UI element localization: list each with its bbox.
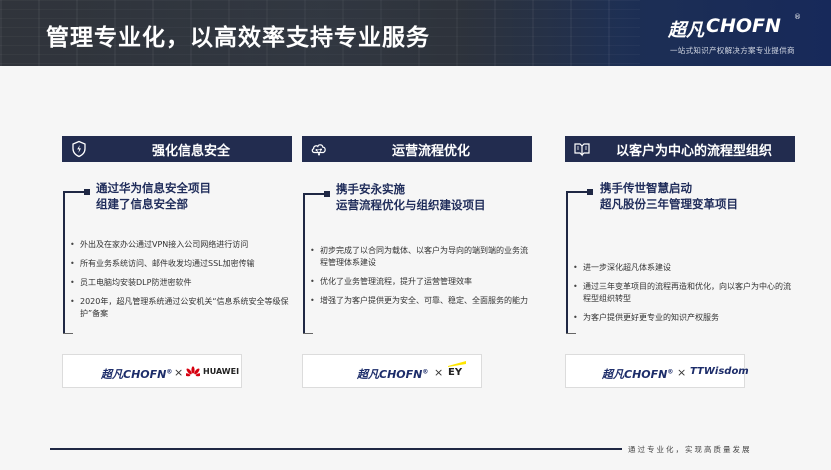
book-icon bbox=[573, 140, 591, 158]
page-title: 管理专业化，以高效率支持专业服务 bbox=[46, 25, 430, 51]
times-sign: × bbox=[677, 366, 687, 379]
list-item: 员工电脑均安装DLP防泄密软件 bbox=[68, 277, 293, 289]
partner-logo-ttwisdom: 超凡CHOFN® × TTWisdom bbox=[565, 354, 749, 388]
partner-name: TTWisdom bbox=[690, 366, 749, 377]
partner-logo-huawei: 超凡CHOFN® × HUAWEI bbox=[62, 354, 242, 388]
brand-logo: 超凡 CHOFN ® 一站式知识产权解决方案专业提供商 bbox=[668, 12, 818, 60]
bracket-line bbox=[303, 193, 305, 333]
brand-registered-mark: ® bbox=[794, 13, 801, 21]
bracket-line bbox=[63, 191, 65, 333]
bracket-line bbox=[566, 191, 568, 333]
list-item: 增强了为客户提供更为安全、可靠、稳定、全面服务的能力 bbox=[308, 295, 533, 307]
list-item: 为客户提供更好更专业的知识产权服务 bbox=[571, 312, 796, 324]
column-headline: 携手安永实施 运营流程优化与组织建设项目 bbox=[336, 182, 486, 212]
brand-logo-en: CHOFN bbox=[706, 15, 781, 37]
chofn-logo: 超凡CHOFN® bbox=[602, 368, 674, 381]
partner-name: HUAWEI bbox=[203, 367, 240, 376]
times-sign: × bbox=[174, 366, 184, 379]
huawei-flower-icon bbox=[183, 365, 203, 379]
partner-name: EY bbox=[448, 367, 463, 378]
footer-divider bbox=[50, 448, 622, 450]
brand-logo-cn: 超凡 bbox=[668, 20, 704, 41]
column-header: 运营流程优化 bbox=[302, 136, 532, 162]
bullet-list: 初步完成了以合同为载体、以客户为导向的端到端的业务流程管理体系建设 优化了业务管… bbox=[308, 245, 533, 314]
column-header: 以客户为中心的流程型组织 bbox=[565, 136, 795, 162]
shield-icon bbox=[70, 140, 88, 158]
list-item: 初步完成了以合同为载体、以客户为导向的端到端的业务流程管理体系建设 bbox=[308, 245, 533, 269]
column-header-title: 以客户为中心的流程型组织 bbox=[615, 144, 772, 159]
chofn-logo: 超凡CHOFN® bbox=[101, 368, 173, 381]
brand-tagline: 一站式知识产权解决方案专业提供商 bbox=[670, 46, 795, 55]
column-headline: 通过华为信息安全项目 组建了信息安全部 bbox=[96, 181, 211, 211]
list-item: 2020年，超凡管理系统通过公安机关“信息系统安全等级保护”备案 bbox=[68, 296, 293, 320]
list-item: 所有业务系统访问、邮件收发均通过SSL加密传输 bbox=[68, 258, 293, 270]
column-header-title: 强化信息安全 bbox=[151, 144, 230, 159]
list-item: 优化了业务管理流程，提升了运营管理效率 bbox=[308, 276, 533, 288]
list-item: 通过三年变革项目的流程再造和优化，向以客户为中心的流程型组织转型 bbox=[571, 281, 796, 305]
column-header: 强化信息安全 bbox=[62, 136, 292, 162]
footer-slogan: 通过专业化，实现高质量发展 bbox=[628, 445, 752, 454]
times-sign: × bbox=[434, 366, 444, 379]
cloud-network-icon bbox=[310, 140, 328, 158]
header-banner: 管理专业化，以高效率支持专业服务 超凡 CHOFN ® 一站式知识产权解决方案专… bbox=[0, 0, 831, 66]
chofn-logo: 超凡CHOFN® bbox=[357, 368, 429, 381]
column-headline: 携手传世智慧启动 超凡股份三年管理变革项目 bbox=[600, 181, 738, 211]
list-item: 外出及在家办公通过VPN接入公司网络进行访问 bbox=[68, 239, 293, 251]
bullet-list: 进一步深化超凡体系建设 通过三年变革项目的流程再造和优化，向以客户为中心的流程型… bbox=[571, 262, 796, 331]
column-header-title: 运营流程优化 bbox=[391, 144, 470, 159]
bullet-list: 外出及在家办公通过VPN接入公司网络进行访问 所有业务系统访问、邮件收发均通过S… bbox=[68, 239, 293, 327]
partner-logo-ey: 超凡CHOFN® × EY bbox=[302, 354, 482, 388]
list-item: 进一步深化超凡体系建设 bbox=[571, 262, 796, 274]
